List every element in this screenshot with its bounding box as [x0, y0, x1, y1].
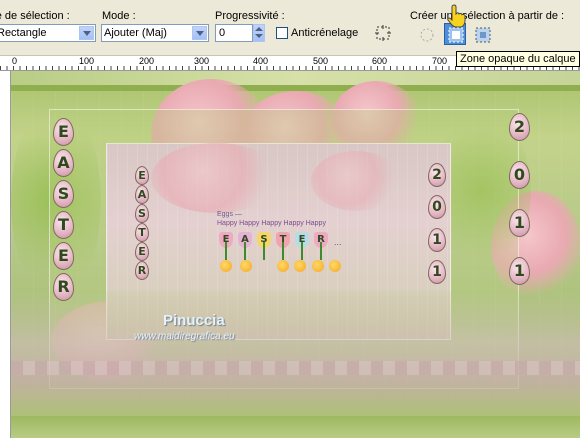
year-egg-digit: 1: [509, 209, 530, 237]
year-egg-digit: 0: [428, 195, 446, 219]
year-egg-digit: 2: [509, 113, 530, 141]
tulip-ellipsis: ...: [334, 237, 342, 247]
tulip-stem: [301, 242, 303, 260]
top-border-band: [11, 71, 580, 85]
tulip-stem: [282, 242, 284, 260]
year-egg-digit: 2: [428, 163, 446, 187]
rose-decoration: [151, 143, 281, 213]
floor-stripes: [11, 361, 580, 375]
easter-egg-letter: E: [135, 166, 149, 185]
chick-figure: [240, 260, 252, 272]
bottom-band: [11, 416, 580, 438]
chick-figure: [220, 260, 232, 272]
select-none-button[interactable]: [372, 22, 394, 44]
progressivity-label: Progressivité :: [215, 10, 285, 22]
create-selection-label: Créer une sélection à partir de :: [410, 10, 565, 22]
ruler-label: 700: [432, 56, 448, 66]
selection-marquee-icon: [375, 25, 391, 41]
progressivity-stepper[interactable]: [253, 24, 265, 42]
easter-egg-letter: R: [135, 261, 149, 280]
easter-egg-letter: S: [53, 180, 74, 208]
easter-egg-letter: S: [135, 204, 149, 223]
ruler-label: 100: [79, 56, 95, 66]
progressivity-field[interactable]: 0: [215, 24, 253, 42]
tulip-stem: [263, 242, 265, 260]
from-layer-button[interactable]: [416, 24, 438, 46]
tulip-stem: [225, 242, 227, 260]
ruler-label: 300: [194, 56, 210, 66]
tulip-stem: [244, 242, 246, 260]
mode-label: Mode :: [102, 10, 136, 22]
progressivity-input[interactable]: 0: [215, 24, 253, 42]
easter-egg-letter: T: [53, 211, 74, 239]
hand-cursor-icon: [447, 4, 466, 28]
year-egg-digit: 1: [428, 260, 446, 284]
center-small-caption: Eggs —: [217, 211, 242, 218]
image-canvas[interactable]: E A S T E R E A S T E R 2 0 1 1 2 0 1 1 …: [11, 71, 580, 438]
ruler-label: 500: [313, 56, 329, 66]
selection-type-value: Rectangle: [0, 27, 47, 39]
selection-type-label: Type de sélection :: [0, 10, 70, 22]
selection-toolbar: Type de sélection : Rectangle Mode : Ajo…: [0, 0, 580, 56]
easter-egg-letter: E: [135, 242, 149, 261]
chick-figure: [312, 260, 324, 272]
year-egg-digit: 1: [509, 257, 530, 285]
mode-dropdown[interactable]: Ajouter (Maj): [101, 24, 209, 42]
mask-selection-icon: [475, 27, 491, 43]
antialias-checkbox[interactable]: [276, 27, 288, 39]
happy-text: Happy Happy Happy Happy Happy: [217, 220, 326, 227]
layer-selection-icon: [420, 28, 434, 42]
easter-egg-letter: E: [53, 242, 74, 270]
from-mask-button[interactable]: [472, 24, 494, 46]
signature-text: Pinuccia: [163, 312, 225, 329]
rose-decoration: [311, 151, 401, 211]
tulip-stem: [320, 242, 322, 260]
chick-figure: [329, 260, 341, 272]
easter-egg-letter: E: [53, 118, 74, 146]
easter-egg-letter: T: [135, 223, 149, 242]
easter-egg-letter: R: [53, 273, 74, 301]
perspective-floor: [11, 291, 580, 421]
antialias-label: Anticrénelage: [291, 27, 359, 39]
vertical-ruler[interactable]: [0, 71, 11, 438]
website-text: www.maidiregrafica.eu: [134, 331, 235, 342]
easter-egg-letter: A: [53, 149, 74, 177]
year-egg-digit: 1: [428, 228, 446, 252]
year-egg-digit: 0: [509, 161, 530, 189]
selection-type-dropdown[interactable]: Rectangle: [0, 24, 96, 42]
chick-figure: [277, 260, 289, 272]
mode-value: Ajouter (Maj): [104, 27, 167, 39]
chevron-down-icon[interactable]: [192, 26, 207, 40]
chick-figure: [294, 260, 306, 272]
ruler-label: 600: [372, 56, 388, 66]
ruler-label: 200: [139, 56, 155, 66]
ruler-label: 0: [12, 56, 18, 66]
chevron-down-icon[interactable]: [79, 26, 94, 40]
ruler-label: 400: [253, 56, 269, 66]
tooltip: Zone opaque du calque: [456, 51, 580, 67]
progressivity-value: 0: [219, 27, 226, 39]
easter-egg-letter: A: [135, 185, 149, 204]
